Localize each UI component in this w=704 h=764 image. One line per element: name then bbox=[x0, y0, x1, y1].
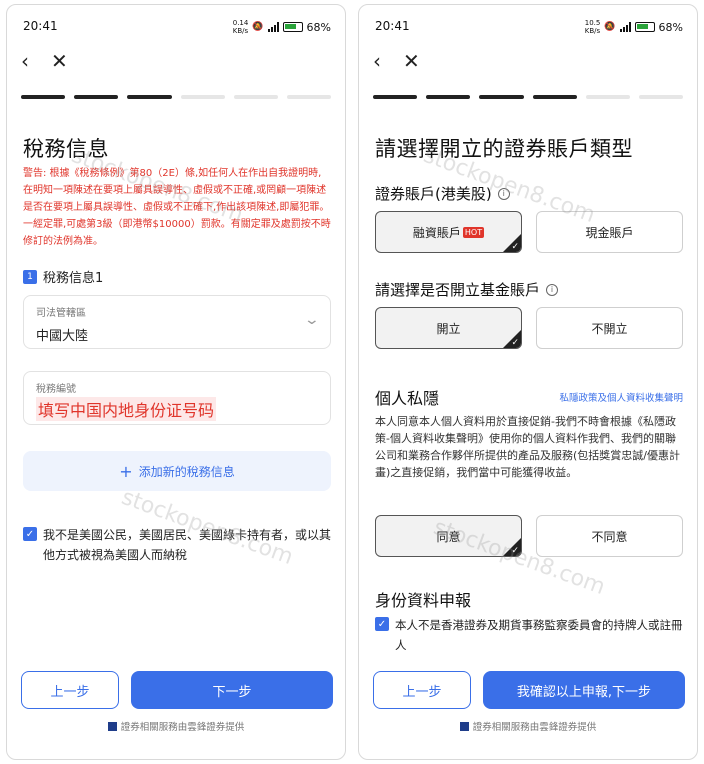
footer-note: 證券相關服務由雲鋒證券提供 bbox=[7, 719, 345, 733]
disagree-label: 不同意 bbox=[591, 529, 628, 544]
no-fund-label: 不開立 bbox=[591, 321, 628, 336]
progress-step bbox=[21, 95, 66, 99]
no-fund-option[interactable]: 不開立 bbox=[536, 307, 683, 349]
footer-note: 證券相關服務由雲鋒證券提供 bbox=[359, 719, 697, 733]
disagree-option[interactable]: 不同意 bbox=[536, 515, 683, 557]
fund-account-label: 請選擇是否開立基金賬戶 i bbox=[375, 279, 559, 300]
broker-logo-icon bbox=[107, 721, 117, 731]
section-number: 1 bbox=[23, 269, 37, 284]
section-title: 稅務信息1 bbox=[43, 271, 104, 286]
nav-bar: ‹ ✕ bbox=[373, 49, 420, 73]
progress-step bbox=[180, 95, 225, 99]
consent-options: 同意 不同意 bbox=[375, 515, 683, 557]
back-icon[interactable]: ‹ bbox=[373, 51, 381, 71]
progress-step bbox=[127, 95, 172, 99]
cash-account-label: 現金賬戶 bbox=[585, 225, 634, 240]
agree-option[interactable]: 同意 bbox=[375, 515, 522, 557]
declaration-checkbox[interactable]: ✓ 本人不是香港證券及期貨事務監察委員會的持牌人或註冊人 bbox=[375, 615, 683, 655]
signal-icon bbox=[267, 22, 279, 32]
margin-account-option[interactable]: 融資賬戶 HOT bbox=[375, 211, 522, 253]
status-icons: 10.5 KB/s 🔕 68% bbox=[585, 19, 683, 35]
jurisdiction-label: 司法管轄區 bbox=[36, 308, 86, 319]
prev-button[interactable]: 上一步 bbox=[21, 671, 119, 709]
open-fund-label: 開立 bbox=[436, 321, 461, 336]
checkbox-checked-icon[interactable]: ✓ bbox=[23, 527, 37, 541]
close-icon[interactable]: ✕ bbox=[403, 51, 420, 71]
mute-icon: 🔕 bbox=[252, 22, 264, 32]
tax-id-value: 填写中国内地身份证号码 bbox=[36, 397, 217, 421]
battery-percent: 68% bbox=[306, 20, 331, 34]
progress-step bbox=[233, 95, 278, 99]
fund-account-text: 請選擇是否開立基金賬戶 bbox=[375, 281, 541, 299]
footer-text: 證券相關服務由雲鋒證券提供 bbox=[120, 722, 245, 733]
status-bar: 20:41 0.14 KB/s 🔕 68% bbox=[23, 19, 331, 37]
step-progress bbox=[373, 95, 684, 99]
status-time: 20:41 bbox=[375, 19, 410, 33]
cash-account-option[interactable]: 現金賬戶 bbox=[536, 211, 683, 253]
declaration-text: 本人不是香港證券及期貨事務監察委員會的持牌人或註冊人 bbox=[395, 618, 683, 652]
privacy-title: 個人私隱 bbox=[375, 389, 440, 408]
hot-badge: HOT bbox=[462, 226, 485, 238]
account-type-options: 融資賬戶 HOT 現金賬戶 bbox=[375, 211, 683, 253]
left-screen: 20:41 0.14 KB/s 🔕 68% ‹ ✕ 稅務信息 警告: 根據《稅務… bbox=[6, 4, 346, 760]
progress-step bbox=[532, 95, 577, 99]
add-tax-info-label: 添加新的稅務信息 bbox=[138, 464, 235, 479]
tax-id-field[interactable]: 稅務編號 填写中国内地身份证号码 bbox=[23, 371, 331, 425]
progress-step bbox=[74, 95, 119, 99]
margin-account-label: 融資賬戶 bbox=[412, 225, 461, 240]
battery-icon bbox=[634, 22, 655, 32]
account-type-text: 證券賬戶(港美股) bbox=[375, 185, 492, 203]
info-icon[interactable]: i bbox=[546, 283, 559, 296]
jurisdiction-value: 中國大陸 bbox=[36, 329, 89, 344]
privacy-header: 個人私隱 私隱政策及個人資料收集聲明 bbox=[375, 385, 683, 409]
signal-icon bbox=[619, 22, 631, 32]
next-button[interactable]: 下一步 bbox=[131, 671, 333, 709]
prev-button[interactable]: 上一步 bbox=[373, 671, 471, 709]
step-progress bbox=[21, 95, 332, 99]
progress-step bbox=[585, 95, 630, 99]
agree-label: 同意 bbox=[436, 529, 461, 544]
tax-id-label: 稅務編號 bbox=[36, 384, 76, 395]
status-bar: 20:41 10.5 KB/s 🔕 68% bbox=[375, 19, 683, 37]
checkbox-checked-icon[interactable]: ✓ bbox=[375, 617, 389, 631]
mute-icon: 🔕 bbox=[604, 22, 616, 32]
back-icon[interactable]: ‹ bbox=[21, 51, 29, 71]
status-icons: 0.14 KB/s 🔕 68% bbox=[233, 19, 331, 35]
progress-step bbox=[373, 95, 418, 99]
bottom-buttons: 上一步 我確認以上申報,下一步 bbox=[373, 671, 685, 709]
close-icon[interactable]: ✕ bbox=[51, 51, 68, 71]
status-time: 20:41 bbox=[23, 19, 58, 33]
account-type-label: 證券賬戶(港美股) i bbox=[375, 183, 510, 204]
footer-text: 證券相關服務由雲鋒證券提供 bbox=[472, 722, 597, 733]
right-screen: 20:41 10.5 KB/s 🔕 68% ‹ ✕ 請選擇開立的證券賬戶類型 證… bbox=[358, 4, 698, 760]
tax-section-header: 1 稅務信息1 bbox=[23, 267, 103, 286]
progress-step bbox=[286, 95, 332, 99]
declaration-title: 身份資料申報 bbox=[375, 591, 472, 610]
page-title: 請選擇開立的證券賬戶類型 bbox=[375, 137, 633, 161]
privacy-policy-link[interactable]: 私隱政策及個人資料收集聲明 bbox=[559, 390, 683, 404]
progress-step bbox=[638, 95, 684, 99]
plus-icon: + bbox=[119, 461, 133, 481]
nav-bar: ‹ ✕ bbox=[21, 49, 68, 73]
us-person-checkbox[interactable]: ✓ 我不是美國公民，美國居民、美國綠卡持有者，或以其他方式被視為美國人而納稅 bbox=[23, 525, 331, 565]
network-speed: 0.14 KB/s bbox=[232, 19, 249, 35]
jurisdiction-select[interactable]: 司法管轄區 中國大陸 ⌄ bbox=[23, 295, 331, 349]
progress-step bbox=[479, 95, 524, 99]
confirm-next-button[interactable]: 我確認以上申報,下一步 bbox=[483, 671, 685, 709]
page-title: 稅務信息 bbox=[23, 137, 109, 161]
battery-icon bbox=[282, 22, 303, 32]
us-person-text: 我不是美國公民，美國居民、美國綠卡持有者，或以其他方式被視為美國人而納稅 bbox=[43, 528, 332, 562]
bottom-buttons: 上一步 下一步 bbox=[21, 671, 333, 709]
add-tax-info-button[interactable]: + 添加新的稅務信息 bbox=[23, 451, 331, 491]
battery-percent: 68% bbox=[658, 20, 683, 34]
network-speed: 10.5 KB/s bbox=[584, 19, 601, 35]
progress-step bbox=[426, 95, 471, 99]
fund-account-options: 開立 不開立 bbox=[375, 307, 683, 349]
open-fund-option[interactable]: 開立 bbox=[375, 307, 522, 349]
tax-warning: 警告: 根據《稅務條例》第80（2E）條,如任何人在作出自我證明時,在明知一項陳… bbox=[23, 168, 331, 247]
info-icon[interactable]: i bbox=[497, 187, 510, 200]
privacy-text: 本人同意本人個人資料用於直接促銷-我們不時會根據《私隱政策-個人資料收集聲明》使… bbox=[375, 415, 680, 479]
broker-logo-icon bbox=[459, 721, 469, 731]
chevron-down-icon: ⌄ bbox=[303, 312, 321, 328]
